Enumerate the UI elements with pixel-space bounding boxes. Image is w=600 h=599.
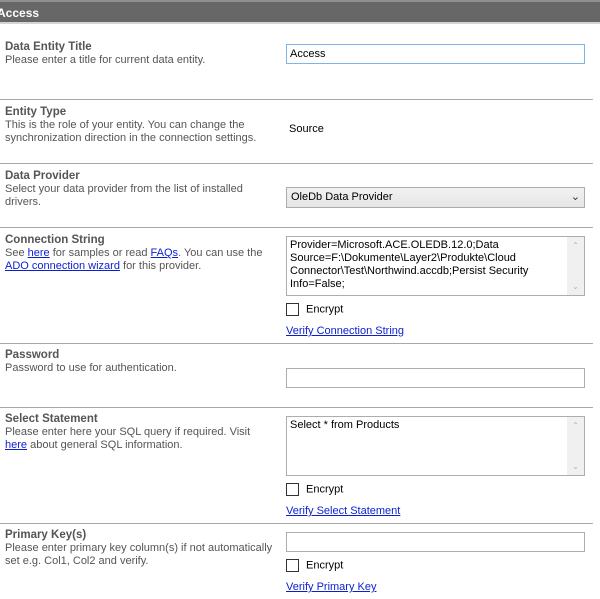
data-entity-title-input[interactable] bbox=[286, 44, 585, 64]
encrypt-checkbox[interactable] bbox=[286, 483, 299, 496]
sql-info-link[interactable]: here bbox=[5, 439, 27, 451]
scroll-up-icon[interactable]: ⌃ bbox=[567, 237, 584, 254]
select-statement-textarea[interactable]: Select * from Products ⌃ ⌄ bbox=[286, 416, 585, 476]
checkbox-label: Encrypt bbox=[306, 483, 344, 496]
encrypt-connection-checkbox-row[interactable]: Encrypt bbox=[286, 303, 343, 317]
samples-link[interactable]: here bbox=[28, 247, 50, 259]
field-label: Entity Type bbox=[5, 106, 67, 118]
ado-wizard-link[interactable]: ADO connection wizard bbox=[5, 260, 120, 272]
data-provider-select[interactable]: OleDb Data Provider ⌄ bbox=[286, 187, 585, 208]
panel-header: Access bbox=[0, 0, 600, 24]
primary-key-label-block: Primary Key(s) Please enter primary key … bbox=[5, 529, 275, 568]
field-label: Connection String bbox=[5, 234, 105, 246]
encrypt-checkbox[interactable] bbox=[286, 559, 299, 572]
field-description: Please enter here your SQL query if requ… bbox=[5, 426, 275, 452]
field-description: Select your data provider from the list … bbox=[5, 183, 243, 208]
field-description: Password to use for authentication. bbox=[5, 362, 177, 374]
verify-primary-key-link[interactable]: Verify Primary Key bbox=[286, 581, 376, 593]
scrollbar[interactable]: ⌃ ⌄ bbox=[567, 237, 584, 295]
desc-text: for samples or read bbox=[49, 247, 151, 259]
encrypt-checkbox[interactable] bbox=[286, 303, 299, 316]
select-statement-label-block: Select Statement Please enter here your … bbox=[5, 413, 275, 452]
checkbox-label: Encrypt bbox=[306, 559, 344, 572]
divider bbox=[0, 163, 593, 164]
field-label: Select Statement bbox=[5, 413, 98, 425]
field-label: Data Entity Title bbox=[5, 41, 92, 53]
textarea-value: Select * from Products bbox=[290, 419, 400, 431]
desc-text: Please enter here your SQL query if requ… bbox=[5, 426, 251, 438]
scrollbar[interactable]: ⌃ ⌄ bbox=[567, 417, 584, 475]
panel-title: Access bbox=[0, 6, 40, 20]
entity-type-value: Source bbox=[289, 123, 324, 135]
field-description: This is the role of your entity. You can… bbox=[5, 119, 257, 144]
data-provider-label-block: Data Provider Select your data provider … bbox=[5, 170, 275, 209]
title-label-block: Data Entity Title Please enter a title f… bbox=[5, 41, 275, 67]
divider bbox=[0, 227, 593, 228]
connection-string-label-block: Connection String See here for samples o… bbox=[5, 234, 275, 273]
chevron-down-icon: ⌄ bbox=[570, 191, 580, 203]
field-label: Password bbox=[5, 349, 60, 361]
divider bbox=[0, 99, 593, 100]
divider bbox=[0, 523, 593, 524]
desc-text: for this provider. bbox=[119, 260, 202, 272]
scroll-down-icon[interactable]: ⌄ bbox=[567, 278, 584, 295]
textarea-value: Provider=Microsoft.ACE.OLEDB.12.0;Data S… bbox=[290, 239, 529, 290]
primary-key-input[interactable] bbox=[286, 532, 585, 552]
selected-option: OleDb Data Provider bbox=[291, 191, 393, 203]
connection-string-textarea[interactable]: Provider=Microsoft.ACE.OLEDB.12.0;Data S… bbox=[286, 236, 585, 296]
desc-text: . You can use the bbox=[178, 247, 263, 259]
scroll-up-icon[interactable]: ⌃ bbox=[567, 417, 584, 434]
scroll-down-icon[interactable]: ⌄ bbox=[567, 458, 584, 475]
divider bbox=[0, 343, 593, 344]
password-input[interactable] bbox=[286, 368, 585, 388]
checkbox-label: Encrypt bbox=[306, 303, 344, 316]
encrypt-primary-key-checkbox-row[interactable]: Encrypt bbox=[286, 559, 343, 573]
faqs-link[interactable]: FAQs bbox=[151, 247, 179, 259]
divider bbox=[0, 407, 593, 408]
password-label-block: Password Password to use for authenticat… bbox=[5, 349, 275, 375]
field-description: Please enter a title for current data en… bbox=[5, 54, 206, 66]
verify-select-statement-link[interactable]: Verify Select Statement bbox=[286, 505, 400, 517]
verify-connection-string-link[interactable]: Verify Connection String bbox=[286, 325, 404, 337]
field-description: See here for samples or read FAQs. You c… bbox=[5, 247, 275, 273]
desc-text: See bbox=[5, 247, 28, 259]
field-label: Primary Key(s) bbox=[5, 529, 87, 541]
encrypt-select-checkbox-row[interactable]: Encrypt bbox=[286, 483, 343, 497]
desc-text: about general SQL information. bbox=[27, 439, 183, 451]
field-label: Data Provider bbox=[5, 170, 80, 182]
field-description: Please enter primary key column(s) if no… bbox=[5, 542, 273, 567]
entity-type-label-block: Entity Type This is the role of your ent… bbox=[5, 106, 275, 145]
